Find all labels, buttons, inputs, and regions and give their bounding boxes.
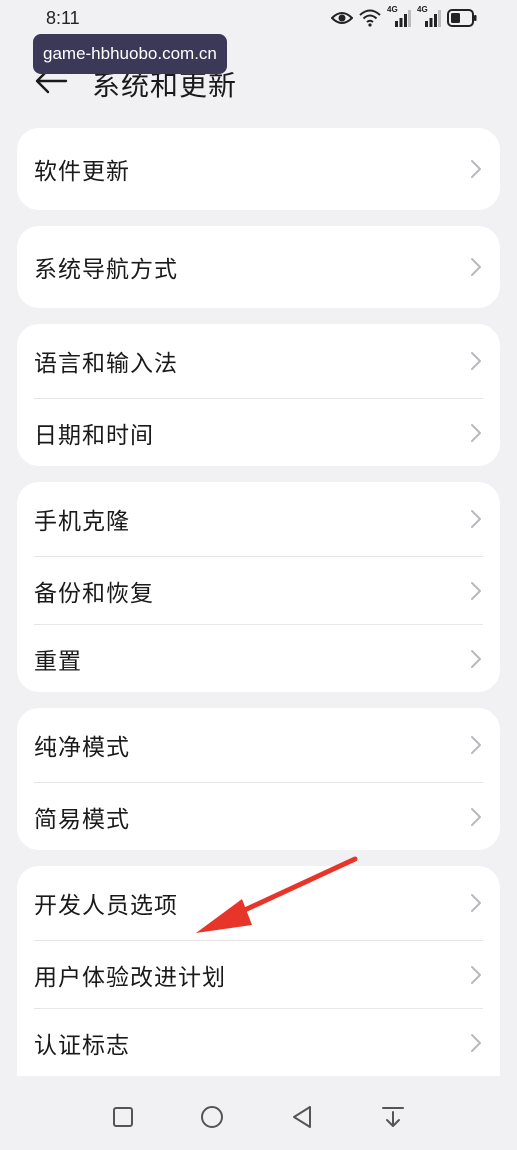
settings-group-2: 系统导航方式 — [17, 226, 500, 308]
settings-item-developer-options[interactable]: 开发人员选项 — [34, 866, 483, 940]
settings-item-label: 认证标志 — [34, 1032, 130, 1059]
settings-item-date-time[interactable]: 日期和时间 — [34, 398, 483, 466]
settings-group-6: 开发人员选项 用户体验改进计划 认证标志 — [17, 866, 500, 1076]
circle-icon[interactable] — [197, 1102, 227, 1132]
settings-item-label: 系统导航方式 — [34, 257, 178, 283]
settings-item-simple-mode[interactable]: 简易模式 — [34, 782, 483, 850]
settings-item-user-experience[interactable]: 用户体验改进计划 — [34, 940, 483, 1008]
settings-item-label: 手机克隆 — [34, 509, 130, 535]
settings-item-backup-restore[interactable]: 备份和恢复 — [34, 556, 483, 624]
status-bar: 8:11 4G 4G — [0, 0, 517, 38]
status-icons: 4G 4G — [331, 5, 477, 28]
chevron-right-icon — [471, 965, 481, 984]
settings-item-phone-clone[interactable]: 手机克隆 — [34, 482, 483, 556]
signal-bars-icon — [395, 10, 411, 27]
settings-item-label: 简易模式 — [34, 806, 130, 833]
chevron-right-icon — [471, 510, 481, 528]
settings-group-1: 软件更新 — [17, 128, 500, 210]
chevron-right-icon — [471, 894, 481, 912]
settings-item-label: 用户体验改进计划 — [34, 964, 226, 991]
wifi-icon — [359, 9, 381, 27]
battery-icon — [447, 9, 477, 27]
settings-item-label: 语言和输入法 — [34, 351, 178, 377]
settings-item-label: 备份和恢复 — [34, 580, 154, 607]
chevron-right-icon — [471, 258, 481, 276]
chevron-right-icon — [471, 736, 481, 754]
status-time: 8:11 — [46, 8, 80, 28]
settings-item-label: 日期和时间 — [34, 422, 154, 449]
settings-item-certification[interactable]: 认证标志 — [34, 1008, 483, 1076]
settings-item-label: 开发人员选项 — [34, 893, 178, 919]
signal-icon-2: 4G — [417, 5, 441, 28]
eye-icon — [331, 12, 353, 24]
settings-group-5: 纯净模式 简易模式 — [17, 708, 500, 850]
chevron-right-icon — [471, 1033, 481, 1052]
chevron-right-icon — [471, 807, 481, 826]
settings-item-reset[interactable]: 重置 — [34, 624, 483, 692]
chevron-right-icon — [471, 160, 481, 178]
pull-down-icon[interactable] — [378, 1102, 408, 1132]
settings-item-navigation[interactable]: 系统导航方式 — [34, 226, 483, 308]
settings-item-label: 软件更新 — [34, 159, 130, 185]
settings-list: 软件更新 系统导航方式 语言和输入法 日期和时间 手机克隆 备份和恢复 重置 纯… — [17, 128, 500, 1092]
settings-group-3: 语言和输入法 日期和时间 — [17, 324, 500, 466]
square-icon[interactable] — [108, 1102, 138, 1132]
settings-item-language-input[interactable]: 语言和输入法 — [34, 324, 483, 398]
chevron-right-icon — [471, 352, 481, 370]
signal-icon-1: 4G — [387, 5, 411, 28]
settings-item-label: 重置 — [34, 648, 82, 675]
signal-bars-icon — [425, 10, 441, 27]
triangle-back-icon[interactable] — [288, 1102, 318, 1132]
chevron-right-icon — [471, 649, 481, 668]
chevron-right-icon — [471, 423, 481, 442]
watermark-label: game-hbhuobo.com.cn — [33, 34, 227, 74]
settings-item-software-update[interactable]: 软件更新 — [34, 128, 483, 210]
system-nav-bar — [0, 1088, 517, 1150]
settings-group-4: 手机克隆 备份和恢复 重置 — [17, 482, 500, 692]
settings-item-pure-mode[interactable]: 纯净模式 — [34, 708, 483, 782]
chevron-right-icon — [471, 581, 481, 600]
settings-item-label: 纯净模式 — [34, 735, 130, 761]
